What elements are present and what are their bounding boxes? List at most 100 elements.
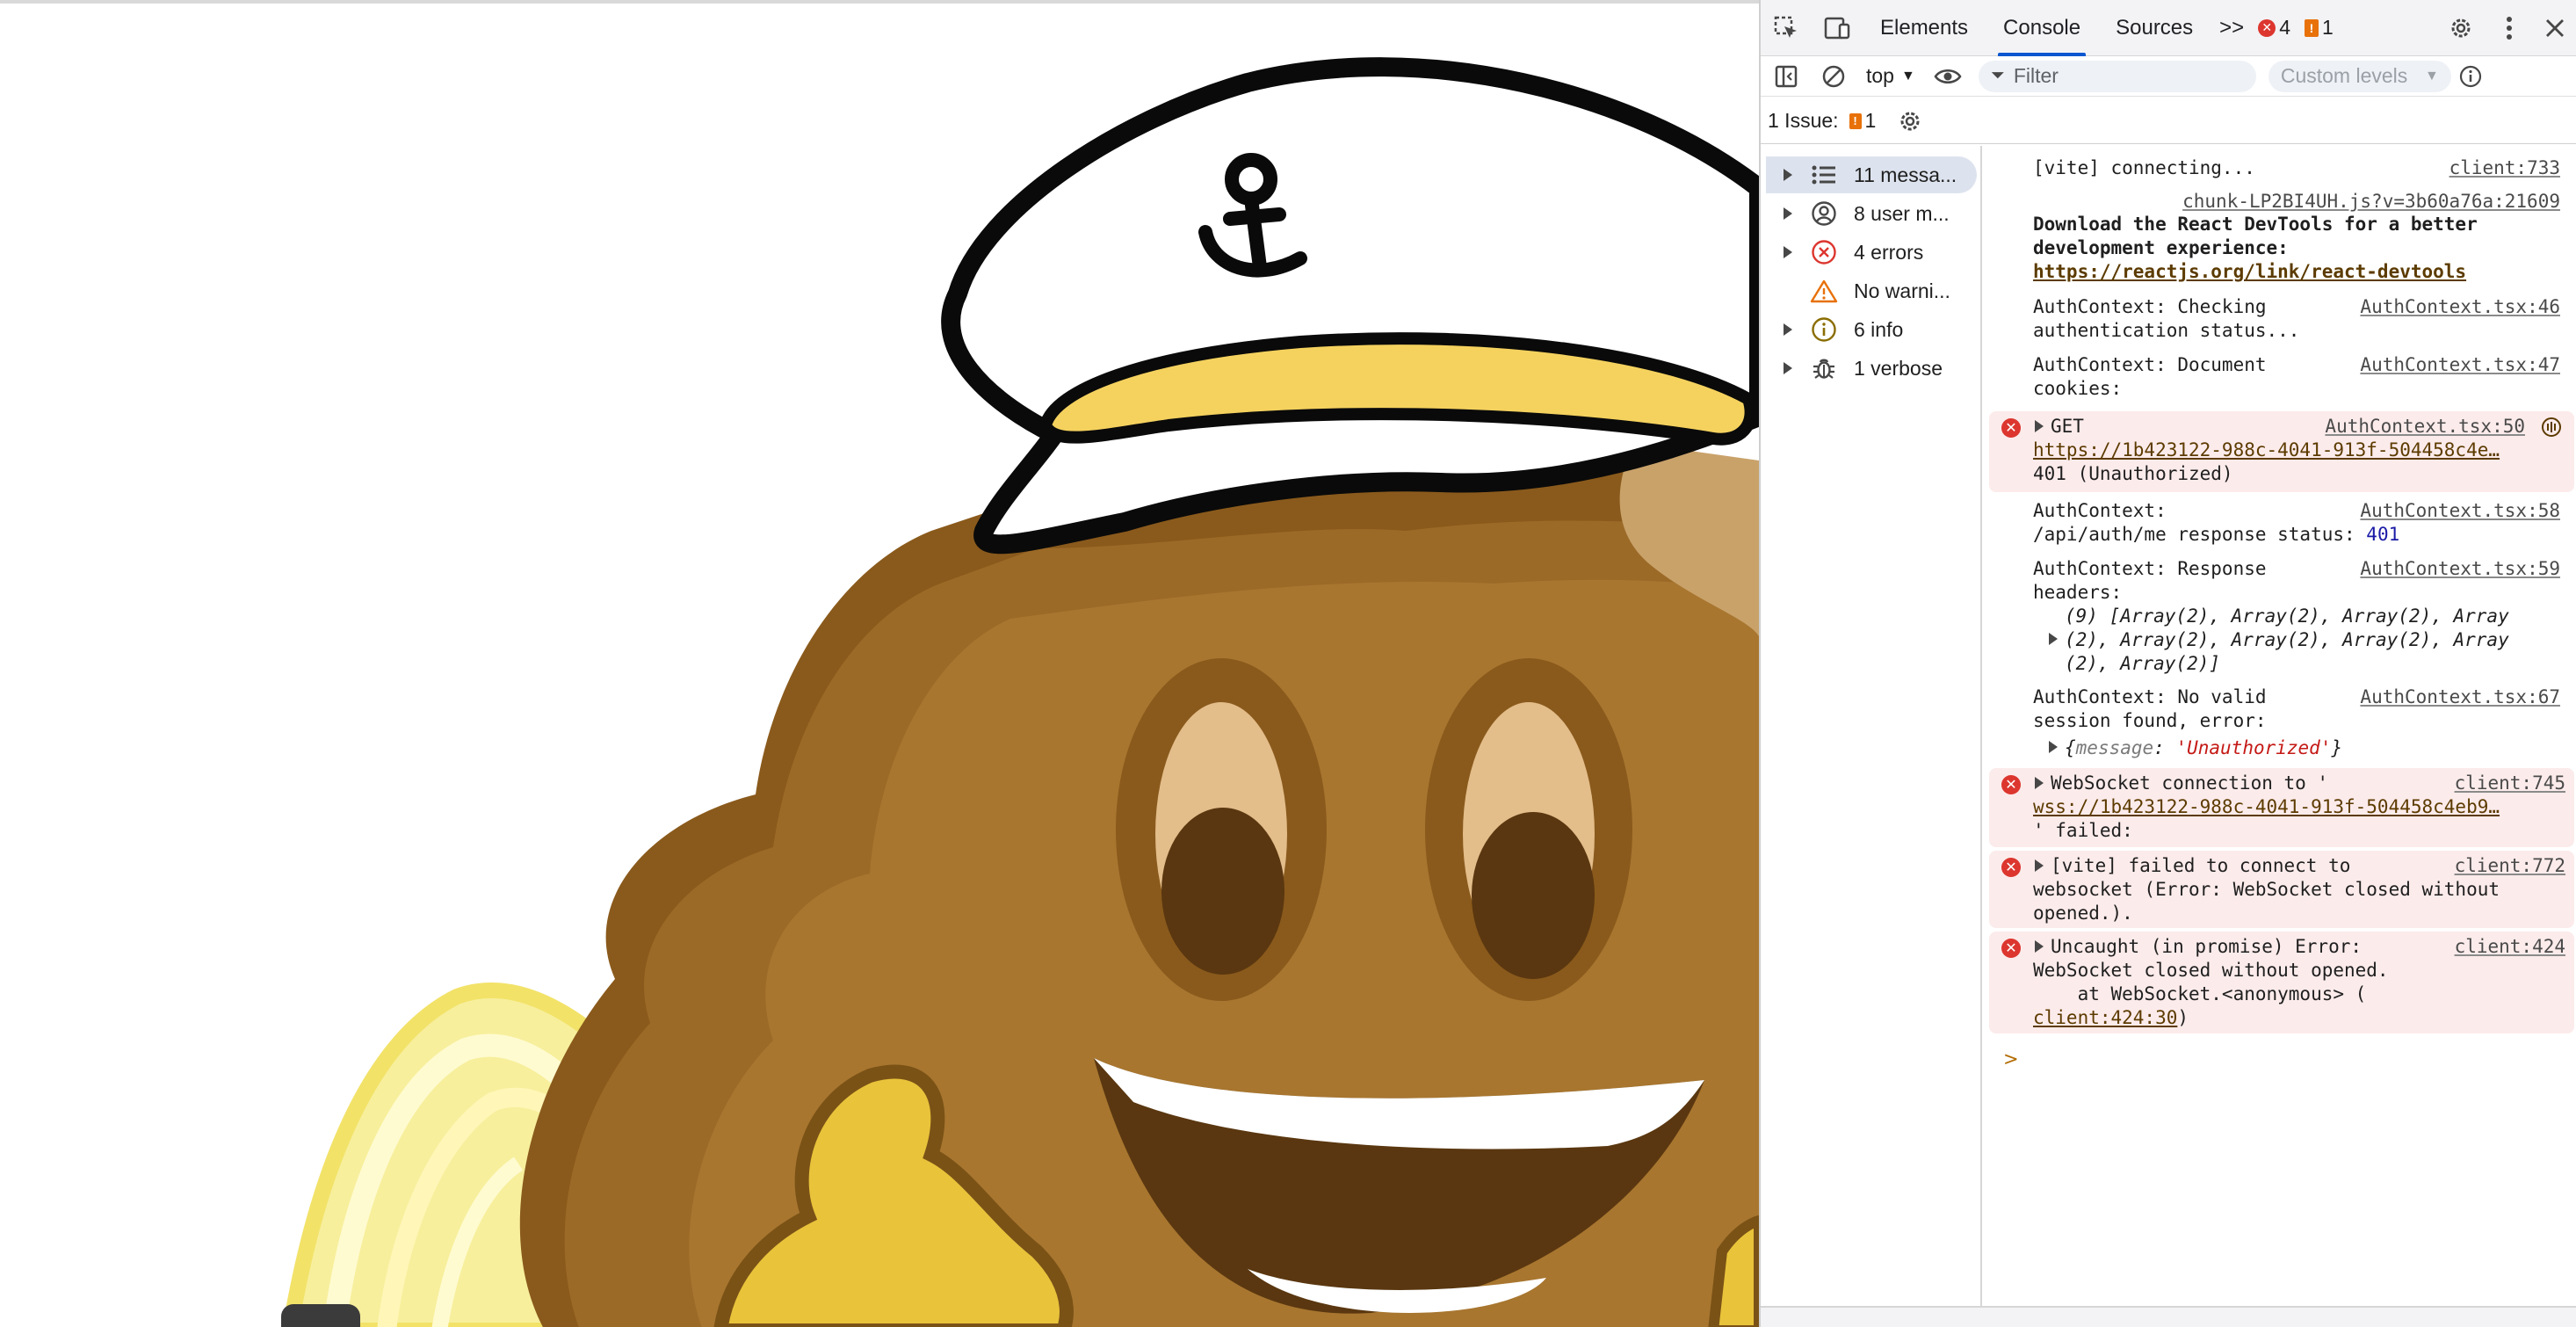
- object-preview: (2), Array(2), Array(2), Array(2), Array: [2065, 629, 2509, 650]
- tab-sources[interactable]: Sources: [2098, 0, 2211, 56]
- console-error-message: ✕ [vite] failed to connect to client:772…: [1989, 851, 2574, 928]
- source-link[interactable]: client:733: [2449, 156, 2560, 180]
- object-preview[interactable]: (9) [Array(2), Array(2), Array(2), Array: [2065, 605, 2509, 628]
- filter-placeholder: Filter: [2013, 64, 2059, 87]
- inspect-element-icon[interactable]: [1761, 0, 1812, 56]
- console-message: [vite] connecting... client:733: [1984, 153, 2574, 183]
- message-text: WebSocket closed without opened.: [2033, 960, 2389, 981]
- network-request-icon[interactable]: [2541, 417, 2562, 444]
- error-counter[interactable]: ✕ 4: [2258, 16, 2290, 40]
- console-sidebar: 11 messa... 8 user m... 4 errors No warn…: [1761, 146, 1982, 1306]
- drawer-bar[interactable]: [1761, 1306, 2576, 1327]
- tab-elements[interactable]: Elements: [1863, 0, 1986, 56]
- message-text: AuthContext:: [2033, 500, 2167, 521]
- warning-counter[interactable]: ! 1: [2304, 16, 2334, 40]
- stack-trace-line: at WebSocket.<anonymous> (: [2033, 983, 2367, 1004]
- message-text: [vite] failed to connect to: [2051, 855, 2351, 876]
- source-link[interactable]: AuthContext.tsx:67: [2360, 685, 2560, 709]
- expand-arrow-icon[interactable]: [2035, 940, 2044, 953]
- expand-arrow-icon[interactable]: [2049, 633, 2058, 645]
- expand-arrow-icon[interactable]: [2035, 420, 2044, 432]
- source-link[interactable]: chunk-LP2BI4UH.js?v=3b60a76a:21609: [2182, 190, 2560, 214]
- object-preview: (2), Array(2)]: [2065, 653, 2221, 674]
- bug-icon: [1806, 355, 1842, 381]
- prompt-chevron-icon: >: [2003, 1048, 2019, 1070]
- devtools-tabbar: Elements Console Sources >> ✕ 4 ! 1: [1761, 0, 2576, 56]
- sidebar-item-label: 6 info: [1854, 317, 1904, 341]
- sidebar-item-user-messages[interactable]: 8 user m...: [1766, 195, 1977, 232]
- issues-bar: 1 Issue: ! 1: [1761, 98, 2576, 144]
- sidebar-item-label: 4 errors: [1854, 240, 1924, 264]
- context-value: top: [1866, 64, 1894, 87]
- page-viewport: [0, 0, 1759, 1327]
- console-message: AuthContext: Response headers: (9) [Arra…: [1984, 555, 2574, 678]
- source-link[interactable]: AuthContext.tsx:47: [2360, 353, 2560, 377]
- status-number: 401: [2366, 524, 2400, 545]
- expand-arrow-icon[interactable]: [2035, 777, 2044, 789]
- message-text: AuthContext: Document: [2033, 354, 2267, 375]
- tab-console[interactable]: Console: [1986, 0, 2098, 56]
- expand-arrow-icon[interactable]: [2035, 859, 2044, 872]
- issue-flag-icon: !: [2304, 18, 2319, 37]
- sidebar-item-label: 1 verbose: [1854, 356, 1943, 380]
- issues-count: 1: [1864, 109, 1877, 132]
- close-devtools-icon[interactable]: [2532, 0, 2576, 56]
- sidebar-item-errors[interactable]: 4 errors: [1766, 234, 1977, 271]
- stack-trace-link[interactable]: client:424:30: [2033, 1007, 2177, 1028]
- log-levels-dropdown[interactable]: Custom levels ▼: [2268, 60, 2451, 92]
- filter-input[interactable]: ⏷ Filter: [1978, 60, 2256, 92]
- context-selector[interactable]: top ▼: [1856, 64, 1926, 88]
- source-link[interactable]: AuthContext.tsx:46: [2360, 295, 2560, 319]
- device-toolbar-icon[interactable]: [1812, 0, 1863, 56]
- issues-label: 1 Issue:: [1768, 109, 1839, 132]
- sidebar-item-warnings[interactable]: No warni...: [1766, 272, 1977, 309]
- object-preview[interactable]: {message: 'Unauthorized'}: [2065, 736, 2342, 760]
- more-tabs-button[interactable]: >>: [2211, 0, 2253, 56]
- warning-icon: [1806, 279, 1842, 303]
- expand-arrow-icon: [1778, 246, 1798, 258]
- source-link[interactable]: client:424: [2455, 935, 2565, 959]
- devtools-link[interactable]: https://reactjs.org/link/react-devtools: [2033, 260, 2466, 284]
- expand-arrow-icon[interactable]: [2049, 741, 2058, 753]
- message-text: /api/auth/me response status:: [2033, 524, 2367, 545]
- message-text: AuthContext: Response: [2033, 558, 2267, 579]
- console-settings-gear-icon[interactable]: [1897, 108, 1923, 134]
- sidebar-toggle-icon[interactable]: [1761, 56, 1812, 97]
- console-message: AuthContext: /api/auth/me response statu…: [1984, 497, 2574, 548]
- mascot-illustration: [281, 57, 1759, 1327]
- error-icon: [1806, 239, 1842, 265]
- source-link[interactable]: client:772: [2455, 854, 2565, 878]
- sidebar-item-verbose[interactable]: 1 verbose: [1766, 350, 1977, 387]
- dropdown-arrow-icon: ▼: [1900, 68, 1915, 83]
- clear-console-icon[interactable]: [1812, 56, 1856, 97]
- error-icon: ✕: [2258, 18, 2276, 37]
- source-link[interactable]: AuthContext.tsx:58: [2360, 499, 2560, 523]
- sidebar-item-info[interactable]: 6 info: [1766, 311, 1977, 348]
- console-toolbar: top ▼ ⏷ Filter Custom levels ▼: [1761, 56, 2576, 97]
- websocket-url-link[interactable]: wss://1b423122-988c-4041-913f-504458c4eb…: [2033, 795, 2500, 819]
- live-expression-eye-icon[interactable]: [1926, 56, 1970, 97]
- message-text: Download the React DevTools for a better: [2033, 214, 2478, 235]
- message-text: authentication status...: [2033, 320, 2300, 341]
- console-message: chunk-LP2BI4UH.js?v=3b60a76a:21609 Downl…: [1984, 188, 2574, 282]
- request-url-link[interactable]: https://1b423122-988c-4041-913f-504458c4…: [2033, 439, 2500, 462]
- issues-link[interactable]: ! 1: [1849, 109, 1877, 133]
- sidebar-item-label: 11 messa...: [1854, 163, 1957, 186]
- info-icon: [1806, 316, 1842, 343]
- sidebar-item-messages[interactable]: 11 messa...: [1766, 156, 1977, 193]
- error-count: 4: [2279, 16, 2290, 39]
- settings-gear-icon[interactable]: [2435, 0, 2486, 56]
- source-link[interactable]: client:745: [2455, 772, 2565, 795]
- message-text: GET: [2051, 416, 2084, 437]
- message-text: session found, error:: [2033, 710, 2267, 731]
- console-error-message: ✕ GET AuthContext.tsx:50 https://1b42312…: [1989, 411, 2574, 492]
- source-link[interactable]: AuthContext.tsx:59: [2360, 557, 2560, 581]
- message-text: ' failed:: [2033, 820, 2133, 841]
- filter-funnel-icon: ⏷: [1990, 66, 2005, 85]
- source-link[interactable]: AuthContext.tsx:50: [2325, 415, 2525, 439]
- error-icon: ✕: [2001, 418, 2021, 438]
- console-message: AuthContext: Checking authentication sta…: [1984, 294, 2574, 344]
- info-icon[interactable]: [2451, 56, 2490, 97]
- console-prompt[interactable]: >: [1984, 1044, 2574, 1074]
- more-options-icon[interactable]: [2486, 0, 2532, 56]
